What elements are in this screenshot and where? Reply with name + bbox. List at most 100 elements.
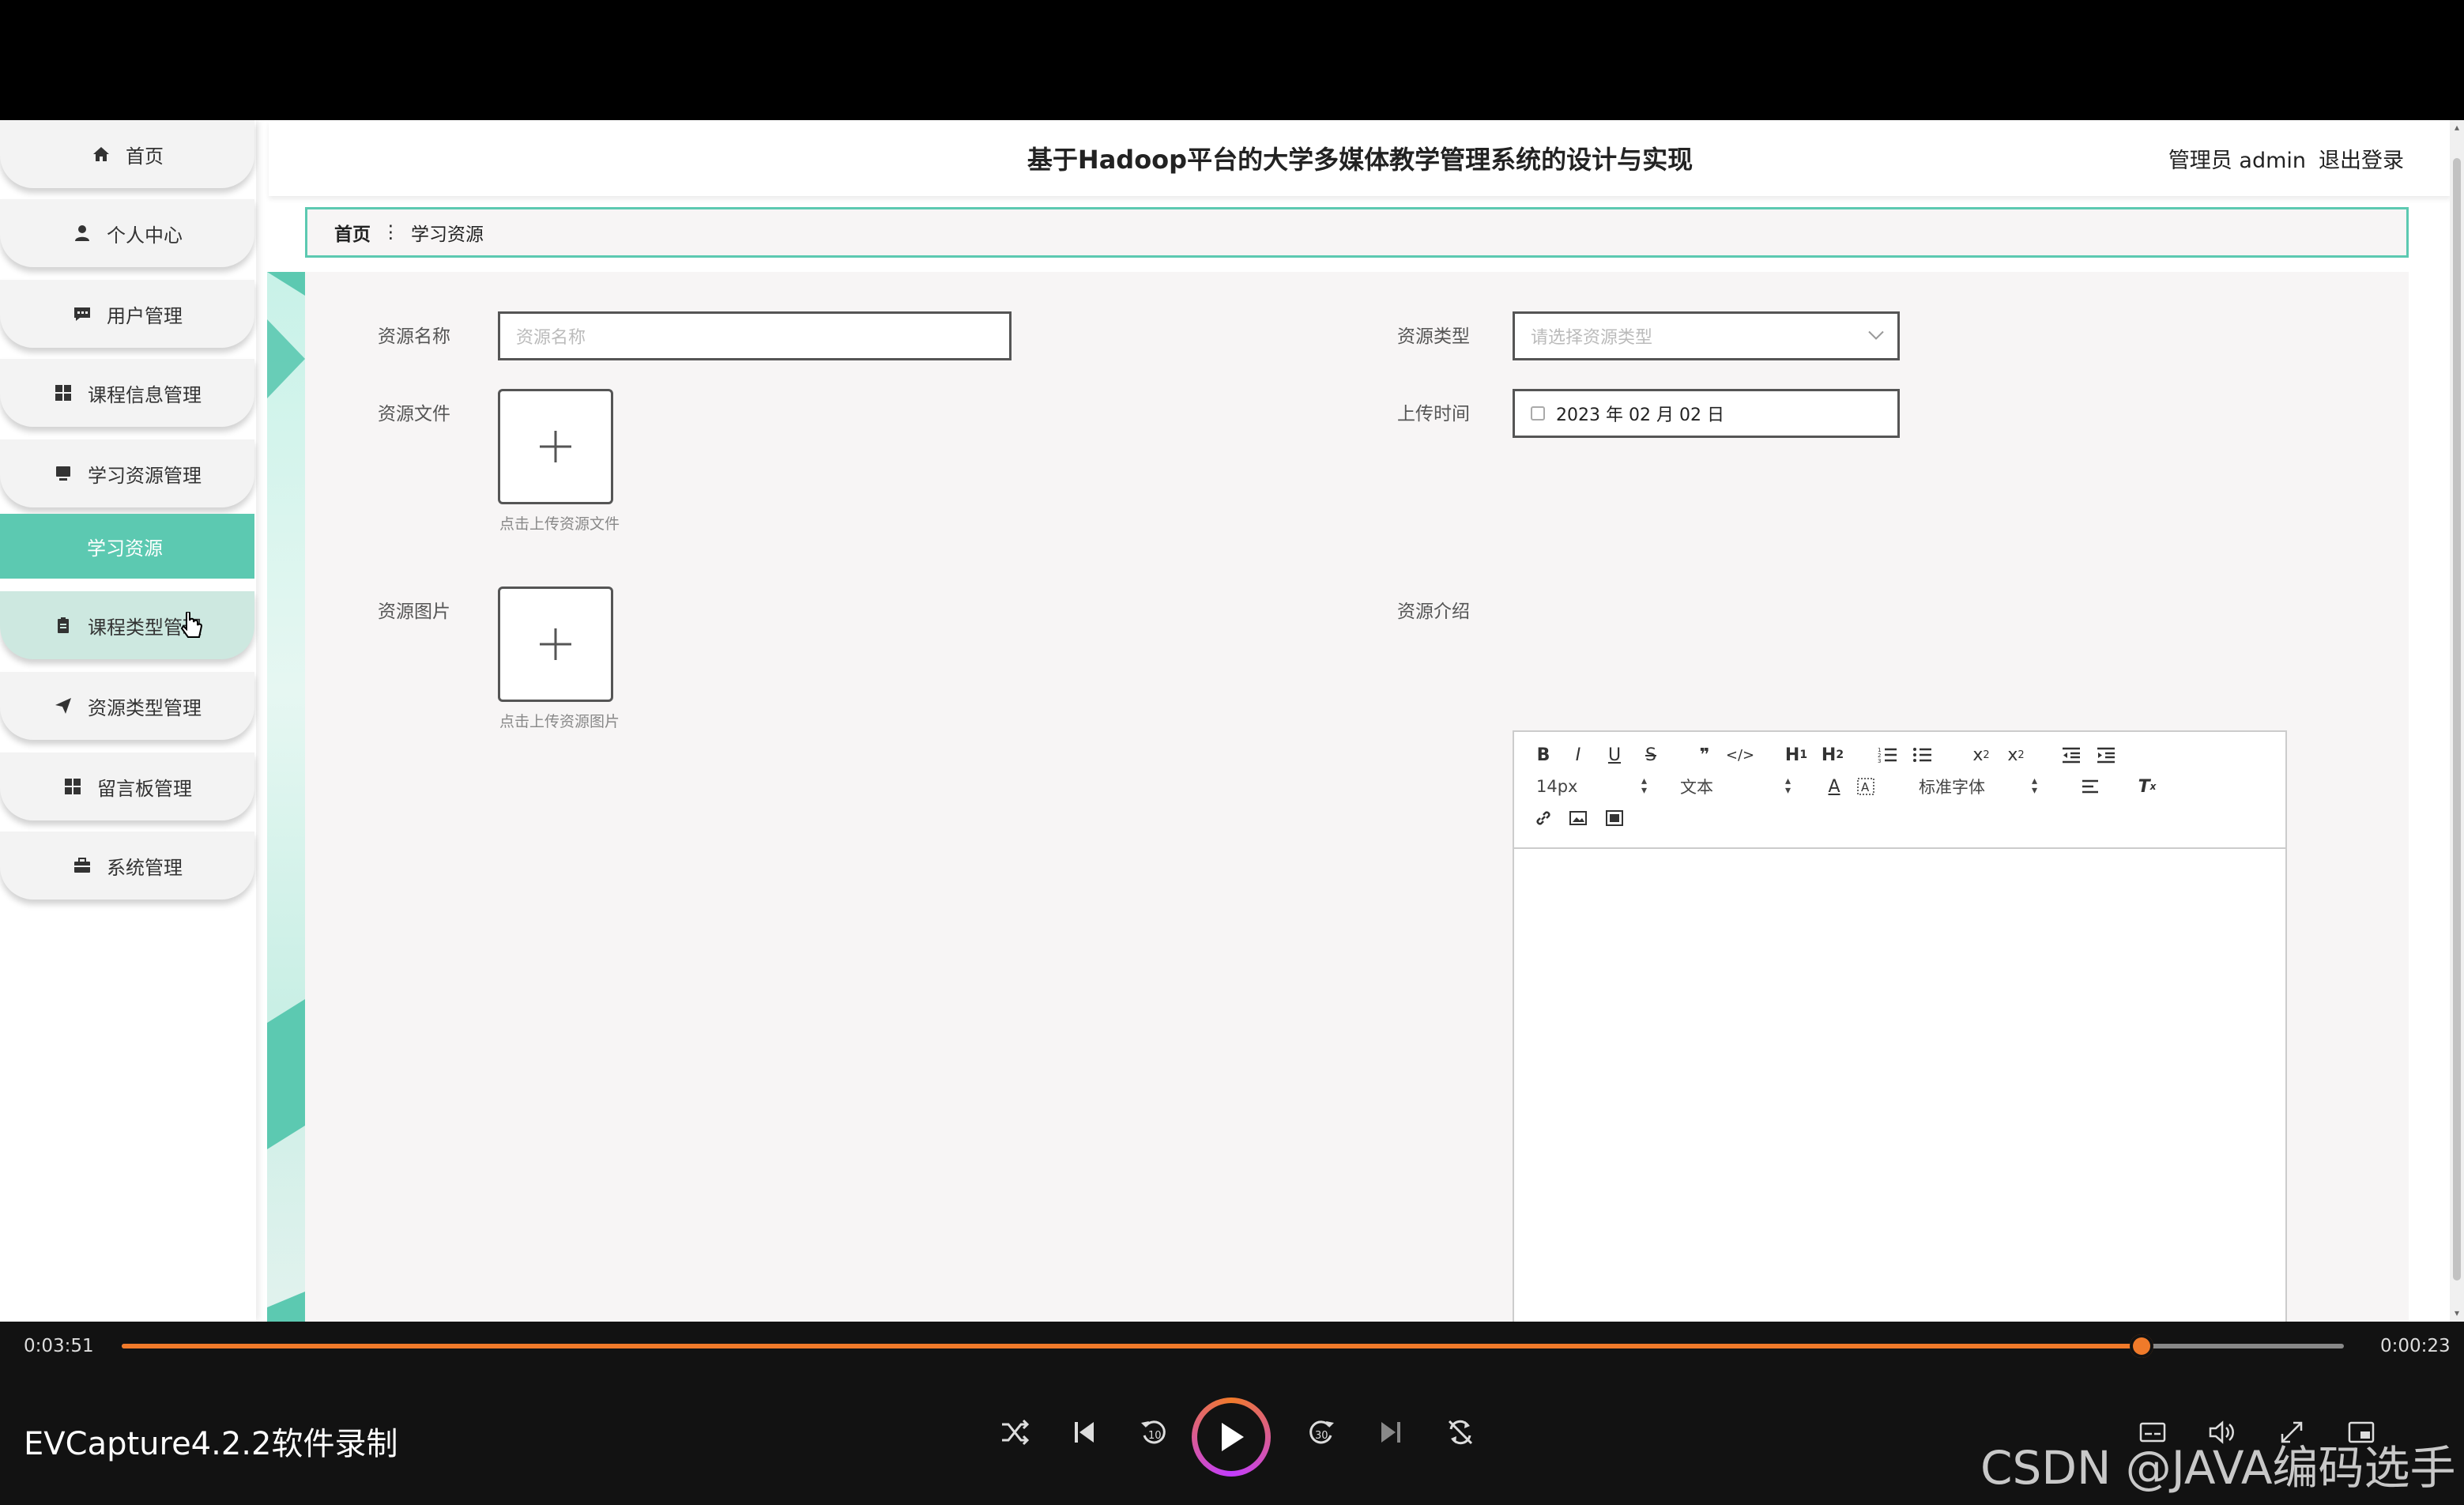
header-user-area: 管理员 admin 退出登录 (2168, 120, 2404, 196)
scroll-down-icon[interactable]: ▾ (2450, 1306, 2464, 1320)
sidebar-item-message-board[interactable]: 留言板管理 (0, 752, 254, 820)
sidebar-item-label: 用户管理 (107, 304, 183, 327)
upload-time-label: 上传时间 (1397, 404, 1470, 424)
home-icon (91, 144, 111, 164)
bold-icon[interactable]: B (1532, 743, 1555, 767)
upload-time-input[interactable]: 2023 年 02 月 02 日 (1513, 389, 1900, 438)
font-color-icon[interactable]: A (1822, 775, 1846, 798)
logout-link[interactable]: 退出登录 (2319, 143, 2404, 174)
sidebar-item-user-management[interactable]: 用户管理 (0, 280, 254, 348)
play-button[interactable] (1192, 1398, 1271, 1477)
previous-icon[interactable] (1061, 1409, 1108, 1456)
sidebar-item-resource-management[interactable]: 学习资源管理 (0, 439, 254, 507)
recorder-brand-label: EVCapture4.2.2软件录制 (24, 1426, 398, 1462)
breadcrumb-separator: ⋮ (382, 222, 400, 243)
rich-text-editor: B I U S ❞ </> H1 H2 123 x2 x2 14px ▴ ▾ 文… (1513, 730, 2287, 1322)
video-player-bar: 0:03:51 0:00:23 EVCapture4.2.2软件录制 10 30 (0, 1322, 2464, 1505)
sidebar-item-label: 首页 (126, 145, 164, 168)
elapsed-time: 0:03:51 (24, 1336, 94, 1356)
blockquote-icon[interactable]: ❞ (1693, 743, 1716, 767)
block-format-value: 文本 (1680, 778, 1713, 797)
sidebar-item-label: 资源类型管理 (88, 696, 202, 719)
background-color-icon[interactable]: A (1854, 775, 1878, 798)
code-block-icon[interactable]: </> (1726, 743, 1754, 767)
breadcrumb: 首页 ⋮ 学习资源 (305, 207, 2409, 258)
next-icon[interactable] (1367, 1409, 1415, 1456)
image-icon[interactable] (1566, 806, 1590, 830)
resource-name-placeholder: 资源名称 (516, 328, 586, 348)
bullet-list-icon[interactable] (1911, 743, 1935, 767)
breadcrumb-home[interactable]: 首页 (334, 219, 371, 246)
scrollbar-thumb[interactable] (2453, 158, 2461, 1281)
shuffle-icon[interactable] (991, 1409, 1038, 1456)
font-family-select[interactable]: 标准字体 ▴ ▾ (1919, 775, 2037, 798)
indent-icon[interactable] (2094, 743, 2118, 767)
mouse-cursor-icon (180, 610, 204, 648)
progress-track[interactable] (122, 1334, 2344, 1358)
sidebar-item-course-type[interactable]: 课程类型管理 (0, 591, 254, 659)
sidebar-item-system-management[interactable]: 系统管理 (0, 832, 254, 900)
repeat-icon[interactable] (1437, 1409, 1484, 1456)
sidebar-item-label: 留言板管理 (97, 777, 192, 800)
clear-format-icon[interactable]: Tx (2135, 775, 2159, 798)
ordered-list-icon[interactable]: 123 (1876, 743, 1900, 767)
outdent-icon[interactable] (2059, 743, 2083, 767)
sidebar-item-course-info[interactable]: 课程信息管理 (0, 359, 254, 427)
resource-type-select[interactable]: 请选择资源类型 (1513, 311, 1900, 360)
forward-30-icon[interactable]: 30 (1298, 1409, 1345, 1456)
block-format-select[interactable]: 文本 ▴ ▾ (1680, 775, 1791, 798)
svg-text:3: 3 (1878, 758, 1881, 764)
grid-icon (62, 776, 83, 797)
sidebar-item-home[interactable]: 首页 (0, 120, 254, 188)
sidebar-item-resource-type[interactable]: 资源类型管理 (0, 672, 254, 740)
send-icon (53, 696, 73, 716)
resource-image-upload[interactable] (498, 587, 613, 702)
rewind-10-icon[interactable]: 10 (1130, 1409, 1177, 1456)
link-icon[interactable] (1532, 806, 1555, 830)
plus-icon (540, 431, 571, 462)
resource-image-label: 资源图片 (378, 602, 450, 622)
strikethrough-icon[interactable]: S (1639, 743, 1663, 767)
decorative-strip (267, 272, 305, 1322)
sidebar-item-personal-center[interactable]: 个人中心 (0, 199, 254, 267)
svg-text:10: 10 (1148, 1430, 1162, 1442)
current-user: 管理员 admin (2168, 148, 2306, 173)
clipboard-icon (53, 615, 73, 636)
font-size-select[interactable]: 14px ▴ ▾ (1536, 775, 1647, 798)
user-icon (72, 223, 92, 243)
editor-toolbar: B I U S ❞ </> H1 H2 123 x2 x2 14px ▴ ▾ 文… (1514, 732, 2285, 849)
vertical-scrollbar[interactable]: ▴ ▾ (2450, 120, 2464, 1322)
up-down-icon: ▴ ▾ (2031, 775, 2037, 797)
top-black-band (0, 0, 2464, 120)
subscript-icon[interactable]: x2 (1968, 743, 1995, 767)
scroll-up-icon[interactable]: ▴ (2450, 120, 2464, 134)
resource-type-label: 资源类型 (1397, 326, 1470, 347)
svg-text:A: A (1861, 780, 1870, 794)
up-down-icon: ▴ ▾ (1641, 775, 1647, 797)
heading-2-icon[interactable]: H2 (1819, 743, 1846, 767)
resource-intro-label: 资源介绍 (1397, 602, 1470, 622)
heading-1-icon[interactable]: H1 (1783, 743, 1810, 767)
briefcase-icon (72, 855, 92, 876)
remaining-time: 0:00:23 (2380, 1336, 2451, 1356)
italic-icon[interactable]: I (1566, 743, 1590, 767)
sidebar-item-label: 个人中心 (107, 224, 183, 247)
sidebar-subitem-learning-resources[interactable]: 学习资源 (0, 514, 254, 579)
progress-fill (122, 1344, 2142, 1348)
align-icon[interactable] (2078, 775, 2102, 798)
sidebar-item-label: 学习资源管理 (88, 464, 202, 487)
resource-name-label: 资源名称 (378, 326, 450, 347)
underline-icon[interactable]: U (1603, 743, 1626, 767)
font-size-value: 14px (1536, 777, 1578, 796)
sidebar-item-label: 学习资源 (87, 537, 163, 560)
superscript-icon[interactable]: x2 (2002, 743, 2029, 767)
editor-content-area[interactable] (1514, 849, 2285, 1322)
resource-name-input[interactable]: 资源名称 (498, 311, 1012, 360)
up-down-icon: ▴ ▾ (1784, 775, 1791, 797)
csdn-watermark: CSDN @JAVA编码选手 (1980, 1441, 2456, 1495)
video-icon[interactable] (1603, 806, 1626, 830)
progress-knob[interactable] (2130, 1334, 2154, 1358)
resource-file-upload[interactable] (498, 389, 613, 504)
resource-type-placeholder: 请选择资源类型 (1531, 328, 1653, 348)
sidebar-item-label: 系统管理 (107, 856, 183, 879)
